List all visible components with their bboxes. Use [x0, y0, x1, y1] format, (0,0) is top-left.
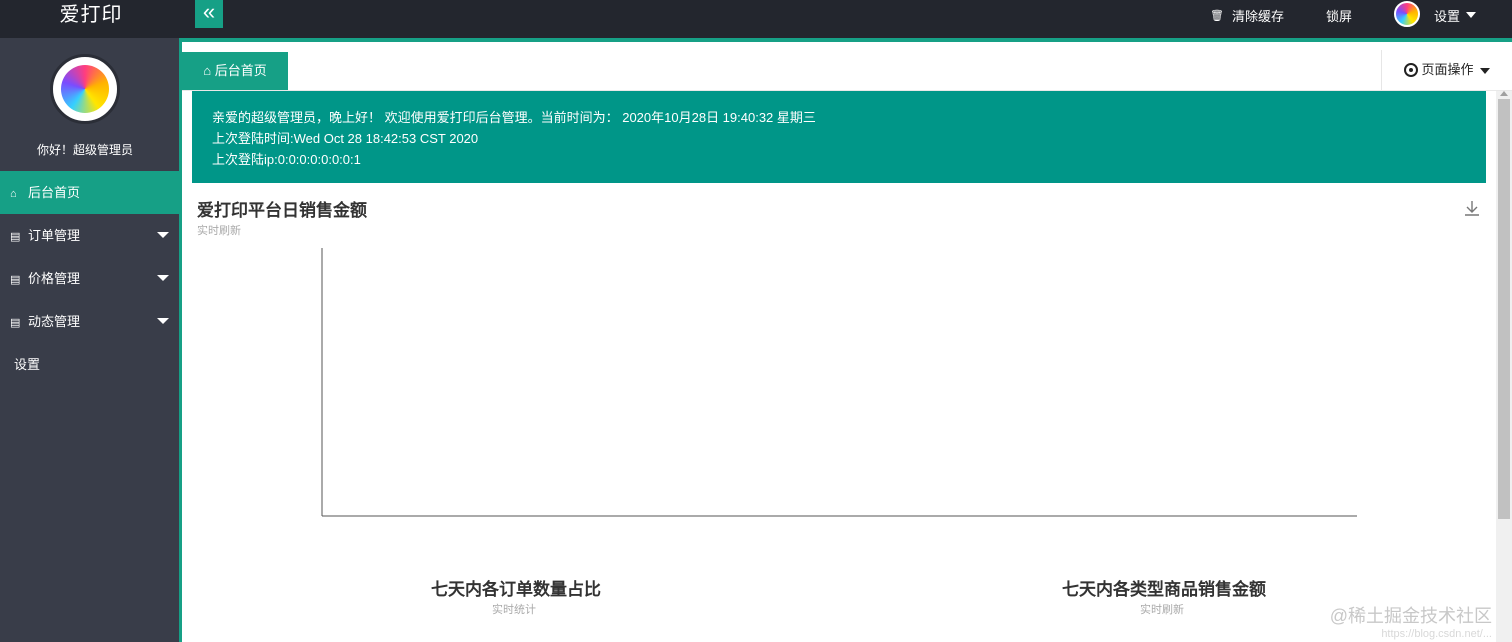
order-share-chart-subtitle: 实时统计: [492, 604, 536, 616]
watermark-url: https://blog.csdn.net/...: [1381, 628, 1492, 640]
order-share-chart-title: 七天内各订单数量占比: [431, 580, 601, 599]
scrollbar-thumb[interactable]: [1498, 99, 1510, 519]
category-sales-chart-title: 七天内各类型商品销售金额: [1062, 580, 1266, 599]
scroll-up-arrow-icon[interactable]: [1500, 91, 1508, 96]
watermark: @稀土掘金技术社区: [1329, 606, 1492, 626]
daily-sales-chart: [321, 248, 1357, 517]
category-sales-chart-subtitle: 实时刷新: [1140, 604, 1184, 616]
content-scrollbar[interactable]: [1496, 91, 1512, 642]
